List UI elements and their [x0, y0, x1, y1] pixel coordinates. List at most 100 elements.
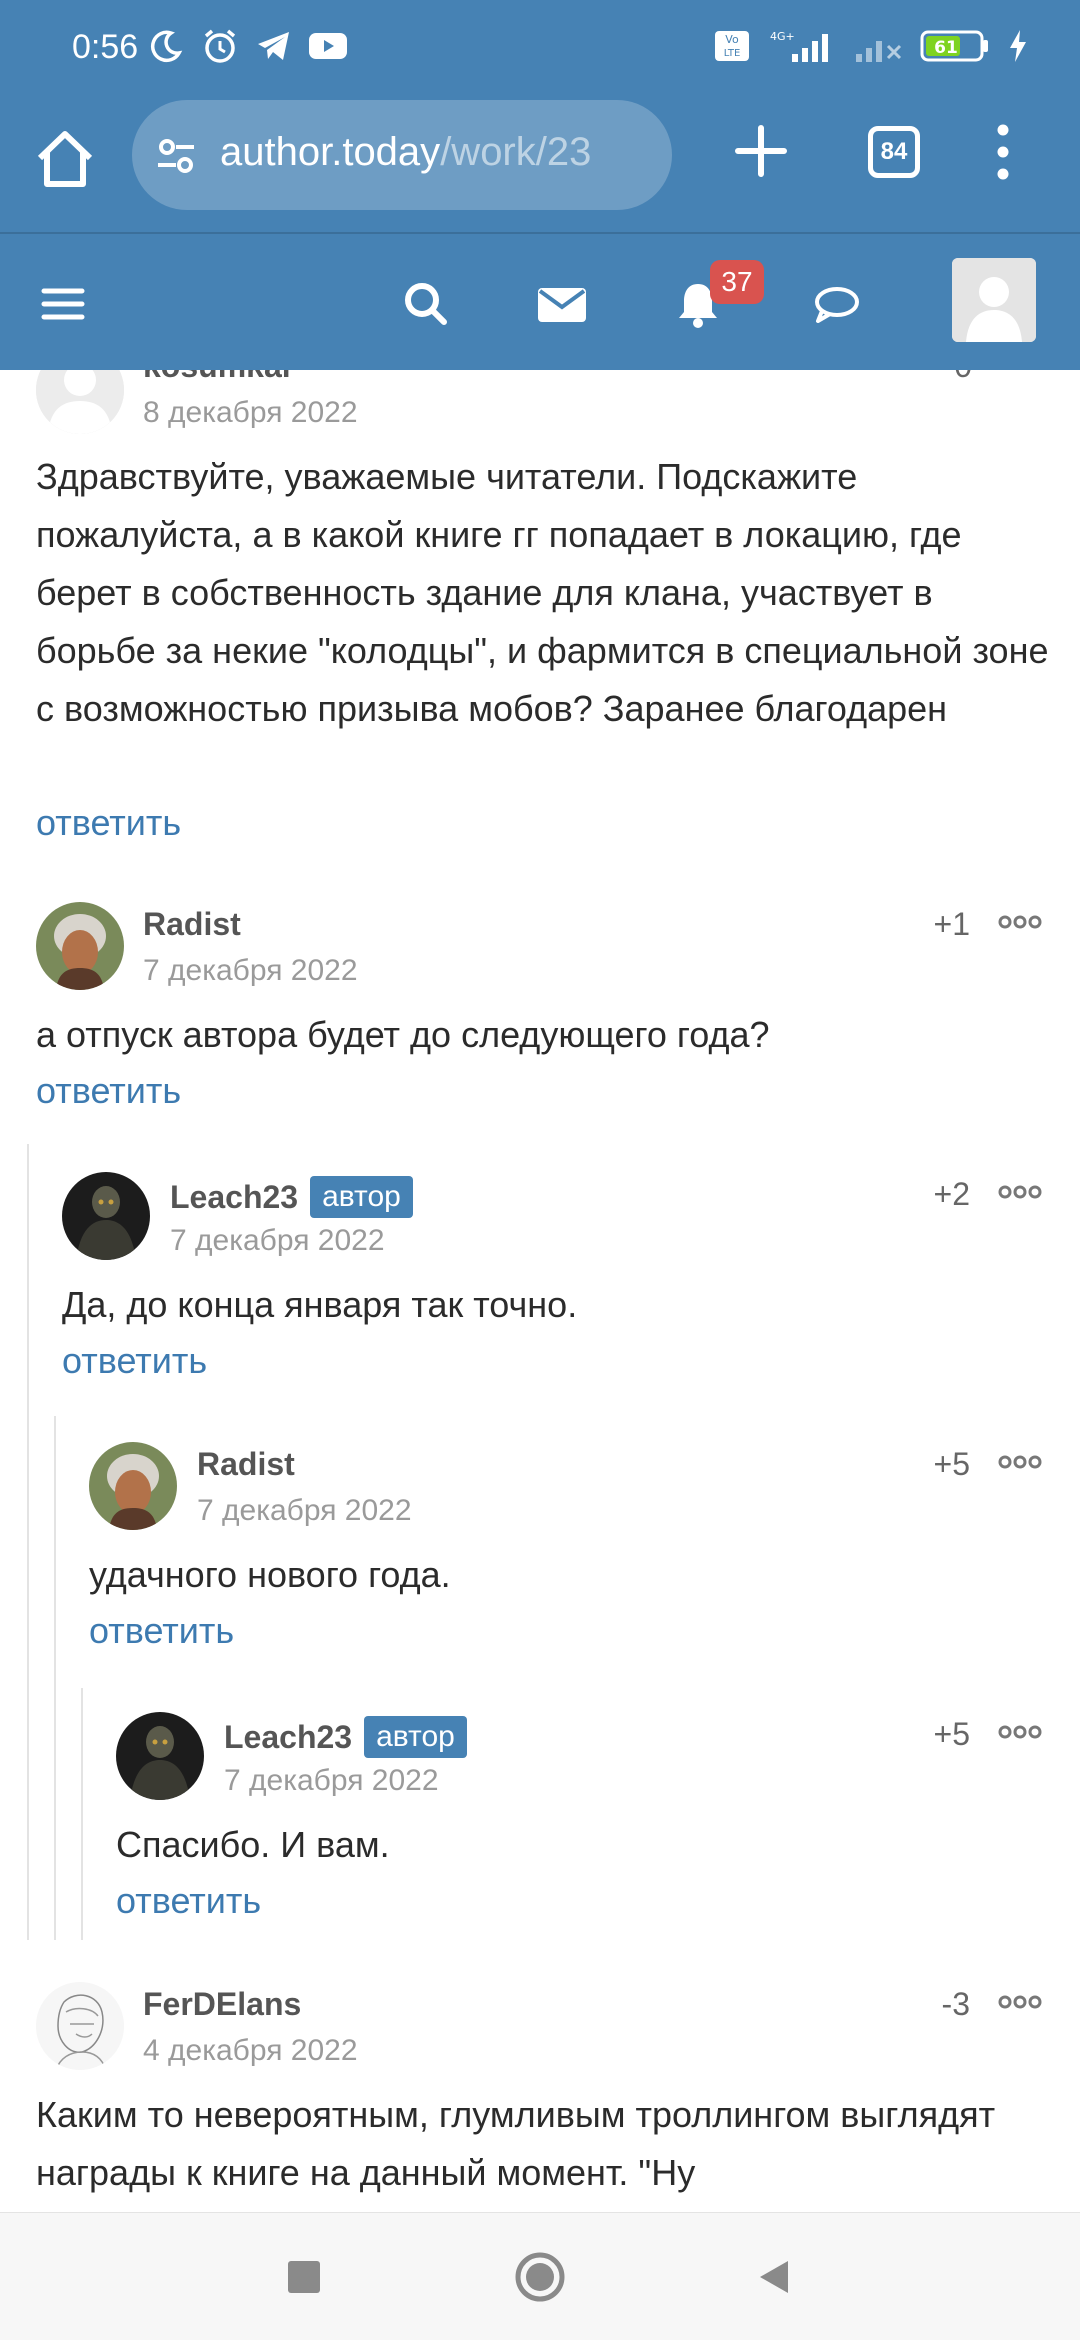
back-triangle-icon [760, 2261, 788, 2293]
square-icon [288, 2261, 320, 2293]
messages-button[interactable] [532, 274, 592, 334]
avatar-photo [36, 902, 124, 990]
new-tab-button[interactable] [730, 120, 792, 182]
network-label: 4G+ [770, 30, 795, 43]
site-navbar: 37 [0, 234, 1080, 370]
comment-options-icon[interactable] [998, 1722, 1042, 1742]
url-path: /work/23 [440, 130, 592, 174]
comment-author[interactable]: Radist [143, 906, 241, 943]
comment-date: 7 декабря 2022 [170, 1224, 385, 1257]
comment-author[interactable]: Leach23 автор [224, 1716, 467, 1758]
avatar[interactable] [36, 902, 124, 990]
avatar-photo [62, 1172, 150, 1260]
more-vertical-icon [997, 124, 1009, 180]
user-avatar-button[interactable] [952, 258, 1036, 342]
youtube-icon [308, 26, 348, 66]
comment-text: Спасибо. И вам. [116, 1824, 390, 1865]
comment-date: 7 декабря 2022 [143, 954, 358, 987]
home-button[interactable] [32, 126, 98, 192]
avatar[interactable] [36, 370, 124, 434]
svg-text:Vo: Vo [725, 33, 739, 46]
comment-text: Каким то невероятным, глумливым троллинг… [36, 2094, 996, 2193]
comment-author[interactable]: Leach23 автор [170, 1176, 413, 1218]
notifications-count-badge: 37 [710, 260, 764, 304]
site-settings-icon[interactable] [154, 134, 198, 178]
url-text[interactable]: author.today/work/23 [220, 130, 591, 175]
browser-menu-button[interactable] [990, 122, 1016, 182]
comment-score: 0 [882, 370, 972, 385]
reply-link[interactable]: ответить [36, 1070, 181, 1112]
address-bar[interactable]: author.today/work/23 [132, 100, 672, 210]
comment-options-icon[interactable] [998, 1182, 1042, 1202]
thread-line [27, 1144, 29, 1940]
comment-text: а отпуск автора будет до следующего года… [36, 1014, 770, 1055]
author-badge: автор [364, 1716, 467, 1758]
thread-line [81, 1688, 83, 1940]
avatar-photo [89, 1442, 177, 1530]
home-icon [37, 131, 93, 187]
comment-score: +5 [933, 1446, 970, 1482]
comment-text: Да, до конца января так точно. [62, 1284, 578, 1325]
comment-score: +2 [933, 1176, 970, 1212]
avatar[interactable] [62, 1172, 150, 1260]
comment-date: 7 декабря 2022 [224, 1764, 439, 1797]
comments-feed: kosumkai 0 8 декабря 2022 Здравствуйте, … [0, 370, 1080, 2212]
home-nav-button[interactable] [510, 2247, 570, 2307]
avatar-photo [116, 1712, 204, 1800]
avatar-placeholder-icon [952, 258, 1036, 342]
tabs-button[interactable]: 84 [868, 126, 920, 178]
comment-options-icon[interactable] [998, 1452, 1042, 1472]
avatar-placeholder-icon [36, 370, 124, 434]
comment-text: Здравствуйте, уважаемые читатели. Подска… [36, 456, 1049, 729]
avatar-sketch [36, 1982, 124, 2070]
chat-bubble-icon [815, 287, 859, 323]
url-host: author.today [220, 130, 441, 174]
circle-icon [515, 2252, 565, 2302]
envelope-icon [538, 288, 586, 322]
search-icon [405, 283, 447, 325]
system-navigation-bar [0, 2212, 1080, 2340]
comment-score: -3 [941, 1986, 970, 2022]
recents-button[interactable] [274, 2247, 334, 2307]
reply-link[interactable]: ответить [116, 1880, 261, 1922]
comment-options-icon[interactable] [998, 1992, 1042, 2012]
comment-date: 4 декабря 2022 [143, 2034, 358, 2067]
status-time: 0:56 [72, 28, 139, 66]
volte-icon: Vo LTE [712, 26, 752, 66]
tab-count: 84 [880, 138, 908, 165]
comment-options-icon[interactable] [998, 912, 1042, 932]
comment-author[interactable]: FerDElans [143, 1986, 301, 2023]
thread-line [54, 1416, 56, 1940]
battery-level: 61 [934, 38, 958, 58]
chat-button[interactable] [806, 274, 866, 334]
comment-text: удачного нового года. [89, 1554, 451, 1595]
author-badge: автор [310, 1176, 413, 1218]
back-button[interactable] [744, 2247, 804, 2307]
avatar[interactable] [89, 1442, 177, 1530]
charging-icon [1006, 26, 1030, 66]
comment-score: +5 [933, 1716, 970, 1752]
status-bar: 0:56 Vo LTE 4G+ 61 [0, 0, 1080, 96]
search-button[interactable] [396, 274, 456, 334]
signal-4g-icon: 4G+ [768, 26, 838, 66]
signal-icon [854, 26, 904, 66]
avatar[interactable] [36, 1982, 124, 2070]
reply-link[interactable]: ответить [62, 1340, 207, 1382]
menu-button[interactable] [34, 274, 94, 334]
alarm-icon [200, 26, 240, 66]
svg-text:LTE: LTE [724, 48, 741, 59]
reply-link[interactable]: ответить [36, 802, 181, 844]
avatar[interactable] [116, 1712, 204, 1800]
plus-icon [735, 125, 787, 177]
comment-author[interactable]: Radist [197, 1446, 295, 1483]
browser-toolbar: author.today/work/23 84 [0, 96, 1080, 232]
telegram-icon [254, 26, 294, 66]
comment-score: +1 [933, 906, 970, 942]
comment-date: 8 декабря 2022 [143, 396, 358, 429]
comment-date: 7 декабря 2022 [197, 1494, 412, 1527]
reply-link[interactable]: ответить [89, 1610, 234, 1652]
battery-icon: 61 [920, 26, 990, 66]
hamburger-icon [41, 288, 85, 320]
moon-icon [146, 26, 186, 66]
comment-author[interactable]: kosumkai [143, 370, 291, 385]
